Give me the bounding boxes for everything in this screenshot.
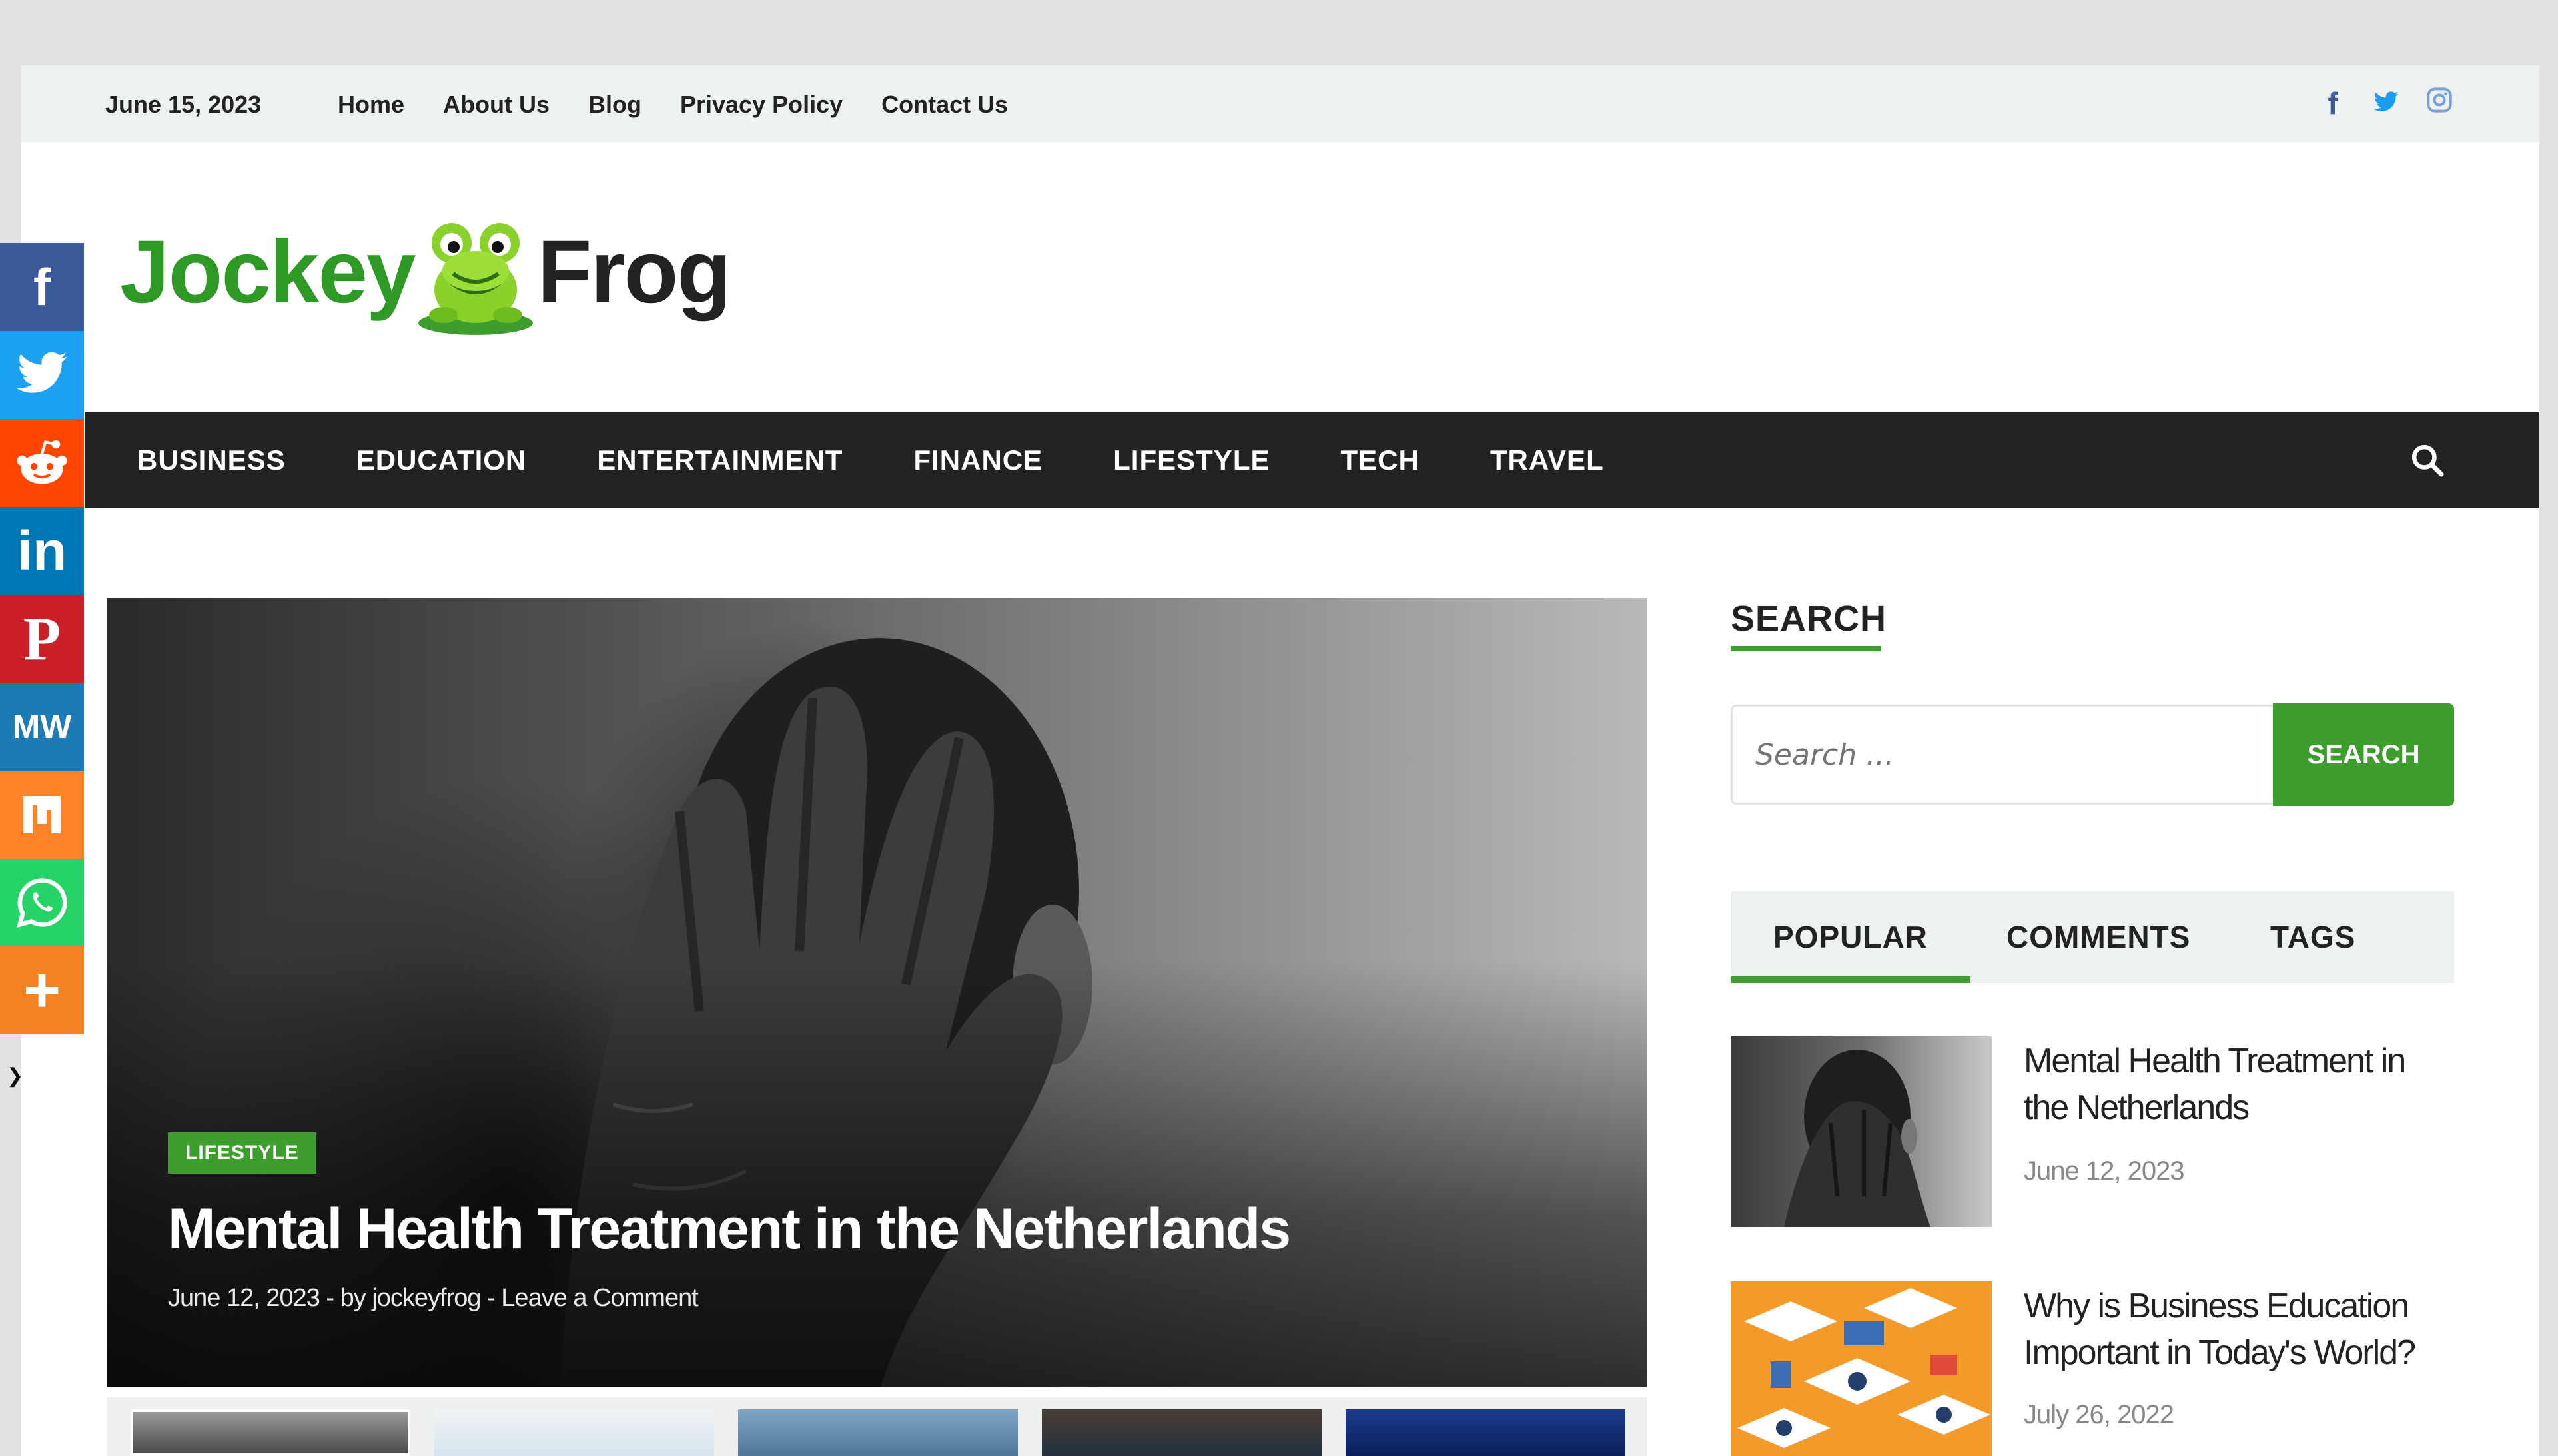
nav-lifestyle[interactable]: LIFESTYLE xyxy=(1113,444,1270,476)
featured-post-title[interactable]: Mental Health Treatment in the Netherlan… xyxy=(168,1196,1291,1262)
post-thumbnail[interactable] xyxy=(1731,1281,1992,1456)
tab-comments[interactable]: COMMENTS xyxy=(2006,891,2190,983)
reddit-share-icon[interactable] xyxy=(0,419,84,507)
top-nav-contact[interactable]: Contact Us xyxy=(881,91,1008,119)
main-nav: BUSINESS EDUCATION ENTERTAINMENT FINANCE… xyxy=(85,412,2539,508)
top-nav-about[interactable]: About Us xyxy=(443,91,550,119)
tab-tags[interactable]: TAGS xyxy=(2270,891,2355,983)
top-nav-home[interactable]: Home xyxy=(338,91,404,119)
linkedin-share-icon[interactable]: in xyxy=(0,507,84,595)
thumbnail-strip xyxy=(107,1397,1647,1456)
thumbnail-4[interactable] xyxy=(1042,1409,1322,1456)
post-date: June 12, 2023 xyxy=(2024,1156,2185,1186)
more-share-icon[interactable]: + xyxy=(0,946,84,1034)
current-date: June 15, 2023 xyxy=(105,91,262,118)
list-item[interactable]: Mental Health Treatment in the Netherlan… xyxy=(1731,1036,2454,1230)
facebook-icon[interactable]: f xyxy=(2320,85,2346,121)
page: June 15, 2023 Home About Us Blog Privacy… xyxy=(21,65,2539,1456)
search-icon[interactable] xyxy=(2409,442,2446,479)
top-nav-blog[interactable]: Blog xyxy=(588,91,641,119)
category-badge[interactable]: LIFESTYLE xyxy=(168,1132,316,1174)
search-button[interactable]: SEARCH xyxy=(2273,703,2454,806)
post-title[interactable]: Why is Business Education Important in T… xyxy=(2024,1283,2457,1376)
post-thumbnail[interactable] xyxy=(1731,1036,1992,1227)
thumbnail-3[interactable] xyxy=(738,1409,1018,1456)
widget-title-underline xyxy=(1731,646,1881,651)
featured-post-meta: June 12, 2023 - by jockeyfrog - Leave a … xyxy=(168,1284,699,1312)
nav-business[interactable]: BUSINESS xyxy=(137,444,286,476)
whatsapp-share-icon[interactable] xyxy=(0,859,84,946)
thumbnail-1[interactable] xyxy=(131,1409,410,1456)
instagram-icon[interactable] xyxy=(2426,87,2453,121)
nav-education[interactable]: EDUCATION xyxy=(356,444,527,476)
logo-text-frog: Frog xyxy=(537,222,731,322)
post-title[interactable]: Mental Health Treatment in the Netherlan… xyxy=(2024,1038,2457,1131)
search-widget-title: SEARCH xyxy=(1731,599,1887,639)
thumbnail-2[interactable] xyxy=(434,1409,714,1456)
nav-tech[interactable]: TECH xyxy=(1341,444,1420,476)
mewe-share-icon[interactable]: MW xyxy=(0,683,84,771)
facebook-share-icon[interactable]: f xyxy=(0,243,84,331)
share-bar: f in P MW + xyxy=(0,243,84,1034)
list-item[interactable]: Why is Business Education Important in T… xyxy=(1731,1281,2454,1456)
social-links: f xyxy=(2320,85,2453,121)
featured-post[interactable]: LIFESTYLE Mental Health Treatment in the… xyxy=(107,598,1647,1387)
top-nav-privacy[interactable]: Privacy Policy xyxy=(680,91,843,119)
thumbnail-5[interactable] xyxy=(1346,1409,1625,1456)
pinterest-share-icon[interactable]: P xyxy=(0,595,84,683)
nav-travel[interactable]: TRAVEL xyxy=(1490,444,1604,476)
top-bar: June 15, 2023 Home About Us Blog Privacy… xyxy=(21,65,2539,142)
nav-entertainment[interactable]: ENTERTAINMENT xyxy=(597,444,843,476)
mix-share-icon[interactable] xyxy=(0,771,84,859)
sidebar-tabs: POPULAR COMMENTS TAGS xyxy=(1731,891,2454,983)
share-bar-toggle-icon[interactable]: ❯ xyxy=(7,1064,23,1088)
logo-text-jockey: Jockey xyxy=(120,222,416,322)
twitter-share-icon[interactable] xyxy=(0,331,84,419)
site-logo[interactable]: Jockey Frog xyxy=(120,198,731,345)
twitter-icon[interactable] xyxy=(2373,85,2399,121)
tab-popular[interactable]: POPULAR xyxy=(1731,891,1970,983)
search-input[interactable] xyxy=(1731,705,2296,805)
post-date: July 26, 2022 xyxy=(2024,1400,2174,1429)
frog-logo-icon xyxy=(418,223,534,335)
top-nav: Home About Us Blog Privacy Policy Contac… xyxy=(338,91,1008,119)
nav-finance[interactable]: FINANCE xyxy=(913,444,1043,476)
